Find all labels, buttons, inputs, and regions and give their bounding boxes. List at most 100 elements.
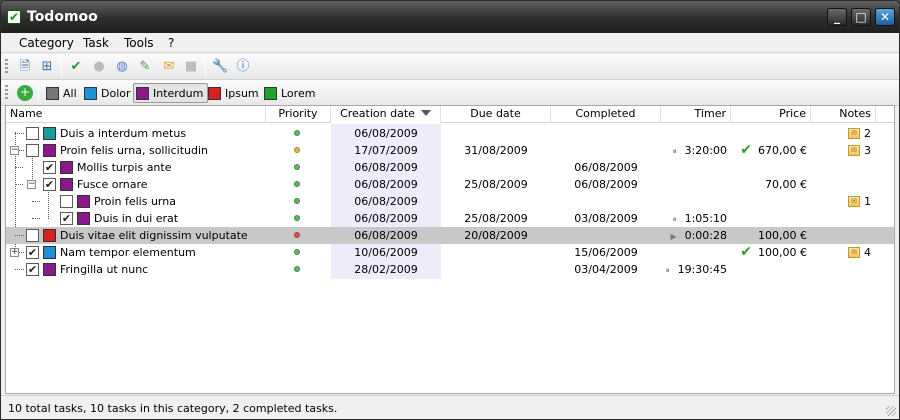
column-header-due-date[interactable]: Due date [441,106,551,123]
column-header-timer[interactable]: Timer [661,106,731,123]
task-name[interactable]: Duis a interdum metus [60,125,186,142]
task-row[interactable]: Duis vitae elit dignissim vulputate 06/08… [6,227,894,244]
category-swatch [77,195,90,208]
price-cell [731,210,807,227]
new-note-icon[interactable]: ✉ [161,59,177,75]
due-date-cell [441,244,551,261]
price-cell [731,125,807,142]
note-icon[interactable]: ✉ [848,128,860,139]
timer-cell [661,193,727,210]
price-value: 100,00 € [758,229,807,242]
info-icon[interactable]: ⓘ [235,59,251,75]
toolbar-separator [205,58,206,76]
task-completed-checkbox[interactable] [26,144,39,157]
add-subtask-icon[interactable]: ⊞ [39,59,55,75]
menu-help[interactable]: ? [168,36,174,50]
tree-connector [32,201,40,202]
menu-task[interactable]: Task [83,36,109,50]
column-header-creation-date[interactable]: Creation date [331,106,441,123]
task-row[interactable]: ✔ Duis in dui erat 06/08/2009 25/08/2009 03/… [6,210,894,227]
task-name[interactable]: Proin felis urna [94,193,176,210]
timer-value: 1:05:10 [684,212,727,225]
menu-category[interactable]: Category [19,36,74,50]
maximize-button[interactable]: □ [851,8,871,26]
timer-cell [661,159,727,176]
complete-task-icon[interactable]: ✔ [68,59,84,75]
category-label: Lorem [281,86,316,100]
task-name[interactable]: Fusce ornare [77,176,148,193]
category-lorem[interactable]: Lorem [261,83,320,103]
column-header-priority[interactable]: Priority [266,106,331,123]
column-header-completed[interactable]: Completed [551,106,661,123]
minimize-button[interactable]: _ [827,8,847,26]
price-value: 670,00 € [758,144,807,157]
completed-date-cell [551,227,661,244]
task-completed-checkbox[interactable]: ✔ [26,263,39,276]
column-header-notes[interactable]: Notes [811,106,876,123]
collapse-icon[interactable]: − [27,180,36,189]
window-title: Todomoo [27,9,98,25]
column-header-name[interactable]: Name [6,106,266,123]
stop-icon[interactable]: ■ [183,59,199,75]
category-interdum[interactable]: Interdum [133,83,209,103]
due-date-cell [441,193,551,210]
due-date-cell [441,125,551,142]
add-task-icon[interactable]: 🗎 [17,59,33,75]
timer-paused-icon[interactable]: ⏸ [673,211,677,228]
timer-cell: ⏸ 3:20:00 [661,142,727,159]
task-completed-checkbox[interactable]: ✔ [26,246,39,259]
category-dolor[interactable]: Dolor [81,83,136,103]
task-name[interactable]: Proin felis urna, sollicitudin [60,142,208,159]
toolbar-grip[interactable] [5,85,8,101]
note-icon[interactable]: ✉ [848,196,860,207]
priority-indicator [294,147,300,153]
timer-paused-icon[interactable]: ⏸ [666,262,670,279]
category-swatch [136,86,149,100]
pause-timer-icon[interactable]: ◍ [114,59,130,75]
add-category-icon[interactable]: + [17,85,33,101]
task-row[interactable]: − ✔ Fusce ornare 06/08/2009 25/08/2009 06/08/… [6,176,894,193]
completed-date-cell: 03/08/2009 [574,212,638,225]
edit-task-icon[interactable]: ✎ [137,59,153,75]
completed-date-cell: 06/08/2009 [574,161,638,174]
play-timer-icon[interactable]: ● [91,59,107,75]
timer-paused-icon[interactable]: ⏸ [673,143,677,160]
task-row[interactable]: − Proin felis urna, sollicitudin 17/07/200… [6,142,894,159]
task-row[interactable]: Proin felis urna 06/08/2009 ✉ 1 [6,193,894,210]
category-ipsum[interactable]: Ipsum [205,83,264,103]
task-row[interactable]: ✔ Fringilla ut nunc 28/02/2009 03/04/2009 ⏸ 1… [6,261,894,278]
price-cell: 70,00 € [731,176,807,193]
task-completed-checkbox[interactable] [60,195,73,208]
task-completed-checkbox[interactable]: ✔ [43,161,56,174]
task-row[interactable]: ✔ Mollis turpis ante 06/08/2009 06/08/2009 [6,159,894,176]
task-name[interactable]: Mollis turpis ante [77,159,171,176]
task-completed-checkbox[interactable] [26,127,39,140]
title-bar: ✔ Todomoo _ □ ✕ [1,1,899,33]
timer-running-icon[interactable]: ▶ [670,228,676,245]
task-name[interactable]: Nam tempor elementum [60,244,196,261]
column-header-price[interactable]: Price [731,106,811,123]
task-completed-checkbox[interactable]: ✔ [60,212,73,225]
task-completed-checkbox[interactable]: ✔ [43,178,56,191]
close-button[interactable]: ✕ [875,8,895,26]
expand-icon[interactable]: + [10,248,19,257]
tree-connector [32,218,40,219]
collapse-icon[interactable]: − [10,146,19,155]
task-name[interactable]: Duis in dui erat [94,210,178,227]
resize-grip[interactable] [886,406,896,416]
note-icon[interactable]: ✉ [848,145,860,156]
category-all[interactable]: All [43,83,82,103]
task-name[interactable]: Duis vitae elit dignissim vulputate [60,227,248,244]
toolbar-grip[interactable] [5,59,8,75]
menu-tools[interactable]: Tools [124,36,154,50]
timer-value: 19:30:45 [677,263,727,276]
task-row[interactable]: + ✔ Nam tempor elementum 10/06/2009 15/06/20… [6,244,894,261]
due-date-cell [441,159,551,176]
task-name[interactable]: Fringilla ut nunc [60,261,148,278]
task-row[interactable]: Duis a interdum metus 06/08/2009 ✉ 2 [6,125,894,142]
task-completed-checkbox[interactable] [26,229,39,242]
note-icon[interactable]: ✉ [848,247,860,258]
task-grid[interactable]: Name Priority Creation date Due date Com… [5,105,895,394]
priority-indicator [294,232,300,238]
tools-icon[interactable]: 🔧 [212,59,228,75]
